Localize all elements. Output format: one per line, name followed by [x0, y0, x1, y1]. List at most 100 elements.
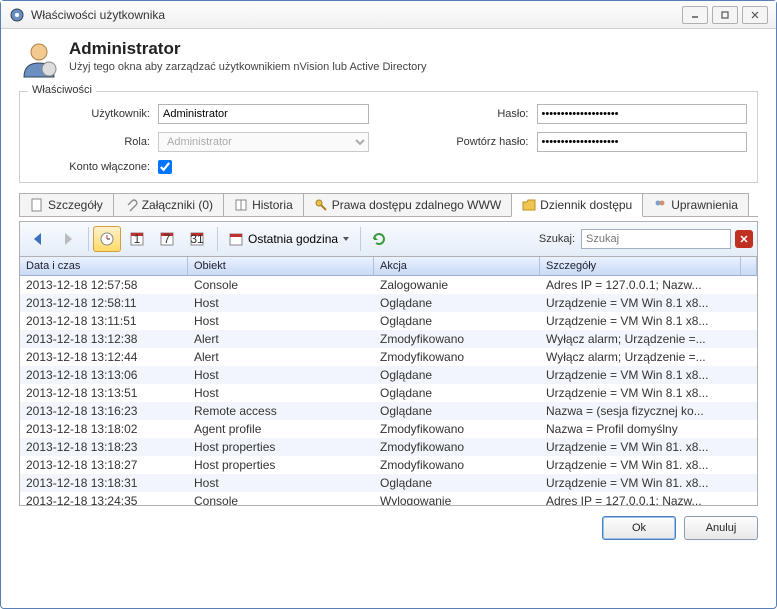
table-row[interactable]: 2013-12-18 13:24:35ConsoleWylogowanieAdr…	[20, 492, 757, 505]
cell: Host	[188, 312, 374, 330]
cell: 2013-12-18 12:57:58	[20, 276, 188, 294]
cell: Zmodyfikowano	[374, 456, 540, 474]
book-icon	[234, 198, 248, 212]
table-row[interactable]: 2013-12-18 13:12:44AlertZmodyfikowanoWył…	[20, 348, 757, 366]
table-row[interactable]: 2013-12-18 13:13:51HostOglądaneUrządzeni…	[20, 384, 757, 402]
cell: 2013-12-18 13:24:35	[20, 492, 188, 505]
cell: Nazwa = (sesja fizycznej ko...	[540, 402, 757, 420]
cell: Host	[188, 474, 374, 492]
cancel-button[interactable]: Anuluj	[684, 516, 758, 540]
cell: Alert	[188, 348, 374, 366]
app-icon	[9, 7, 25, 23]
cell: 2013-12-18 13:18:02	[20, 420, 188, 438]
chevron-down-icon	[342, 235, 350, 243]
table-row[interactable]: 2013-12-18 13:18:23Host propertiesZmodyf…	[20, 438, 757, 456]
table-row[interactable]: 2013-12-18 13:12:38AlertZmodyfikowanoWył…	[20, 330, 757, 348]
cell: Alert	[188, 330, 374, 348]
cell: Urządzenie = VM Win 81. x8...	[540, 456, 757, 474]
document-icon	[30, 198, 44, 212]
calendar-icon	[228, 231, 244, 247]
tab-history[interactable]: Historia	[223, 193, 304, 216]
maximize-button[interactable]	[712, 6, 738, 24]
table-row[interactable]: 2013-12-18 13:11:51HostOglądaneUrządzeni…	[20, 312, 757, 330]
folder-icon	[522, 198, 536, 212]
cell: 2013-12-18 13:13:06	[20, 366, 188, 384]
cell: Host properties	[188, 438, 374, 456]
footer: Ok Anuluj	[1, 506, 776, 550]
tab-attachments[interactable]: Załączniki (0)	[113, 193, 224, 216]
col-datetime[interactable]: Data i czas	[20, 257, 188, 275]
cell: 2013-12-18 12:58:11	[20, 294, 188, 312]
cell: Nazwa = Profil domyślny	[540, 420, 757, 438]
search-input[interactable]	[581, 229, 731, 249]
cell: Oglądane	[374, 402, 540, 420]
enabled-label: Konto włączone:	[30, 161, 150, 173]
filter-clock-button[interactable]	[93, 226, 121, 252]
cell: Wyłącz alarm; Urządzenie =...	[540, 348, 757, 366]
password-input[interactable]	[537, 104, 748, 124]
tab-details[interactable]: Szczegóły	[19, 193, 114, 216]
role-select[interactable]: Administrator	[158, 132, 369, 152]
cell: Adres IP = 127.0.0.1; Nazw...	[540, 276, 757, 294]
cell: Adres IP = 127.0.0.1; Nazw...	[540, 492, 757, 505]
nav-back-button[interactable]	[24, 226, 52, 252]
tab-permissions[interactable]: Uprawnienia	[642, 193, 749, 216]
paperclip-icon	[124, 198, 138, 212]
cell: Urządzenie = VM Win 81. x8...	[540, 474, 757, 492]
cell: Oglądane	[374, 384, 540, 402]
table-row[interactable]: 2013-12-18 13:18:02Agent profileZmodyfik…	[20, 420, 757, 438]
svg-text:7: 7	[164, 232, 171, 246]
cell: Oglądane	[374, 366, 540, 384]
cell: Zmodyfikowano	[374, 438, 540, 456]
table-row[interactable]: 2013-12-18 12:57:58ConsoleZalogowanieAdr…	[20, 276, 757, 294]
filter-day1-button[interactable]: 1	[123, 226, 151, 252]
user-input[interactable]	[158, 104, 369, 124]
cell: Console	[188, 276, 374, 294]
filter-day31-button[interactable]: 31	[183, 226, 211, 252]
cell: Zmodyfikowano	[374, 420, 540, 438]
close-button[interactable]	[742, 6, 768, 24]
cell: 2013-12-18 13:13:51	[20, 384, 188, 402]
cell: Remote access	[188, 402, 374, 420]
page-title: Administrator	[69, 39, 426, 59]
table-row[interactable]: 2013-12-18 13:18:31HostOglądaneUrządzeni…	[20, 474, 757, 492]
table-row[interactable]: 2013-12-18 12:58:11HostOglądaneUrządzeni…	[20, 294, 757, 312]
toolbar: 1 7 31 Ostatnia godzina Szukaj:	[19, 221, 758, 256]
log-grid: Data i czas Obiekt Akcja Szczegóły 2013-…	[19, 256, 758, 506]
col-details[interactable]: Szczegóły	[540, 257, 741, 275]
table-row[interactable]: 2013-12-18 13:16:23Remote accessOglądane…	[20, 402, 757, 420]
tab-www-access[interactable]: Prawa dostępu zdalnego WWW	[303, 193, 512, 216]
search-clear-button[interactable]	[735, 230, 753, 248]
role-label: Rola:	[30, 136, 150, 148]
titlebar: Właściwości użytkownika	[1, 1, 776, 29]
cell: Urządzenie = VM Win 8.1 x8...	[540, 366, 757, 384]
scroll-cap	[741, 257, 757, 275]
tab-access-log[interactable]: Dziennik dostępu	[511, 193, 643, 217]
ok-button[interactable]: Ok	[602, 516, 676, 540]
cell: Host properties	[188, 456, 374, 474]
range-dropdown[interactable]: Ostatnia godzina	[222, 226, 356, 252]
page-subtitle: Użyj tego okna aby zarządzać użytkowniki…	[69, 61, 426, 73]
cell: 2013-12-18 13:12:44	[20, 348, 188, 366]
cell: Zmodyfikowano	[374, 330, 540, 348]
minimize-button[interactable]	[682, 6, 708, 24]
users-icon	[653, 198, 667, 212]
toolbar-separator	[88, 227, 89, 251]
cell: Oglądane	[374, 474, 540, 492]
cell: Urządzenie = VM Win 8.1 x8...	[540, 384, 757, 402]
grid-body[interactable]: 2013-12-18 12:57:58ConsoleZalogowanieAdr…	[20, 276, 757, 505]
cell: Urządzenie = VM Win 81. x8...	[540, 438, 757, 456]
table-row[interactable]: 2013-12-18 13:13:06HostOglądaneUrządzeni…	[20, 366, 757, 384]
enabled-checkbox[interactable]	[158, 160, 172, 174]
toolbar-separator	[360, 227, 361, 251]
table-row[interactable]: 2013-12-18 13:18:27Host propertiesZmodyf…	[20, 456, 757, 474]
window-title: Właściwości użytkownika	[31, 8, 678, 22]
refresh-button[interactable]	[365, 226, 393, 252]
col-action[interactable]: Akcja	[374, 257, 540, 275]
password2-input[interactable]	[537, 132, 748, 152]
col-object[interactable]: Obiekt	[188, 257, 374, 275]
cell: Zalogowanie	[374, 276, 540, 294]
nav-forward-button[interactable]	[54, 226, 82, 252]
cell: Urządzenie = VM Win 8.1 x8...	[540, 294, 757, 312]
filter-day7-button[interactable]: 7	[153, 226, 181, 252]
